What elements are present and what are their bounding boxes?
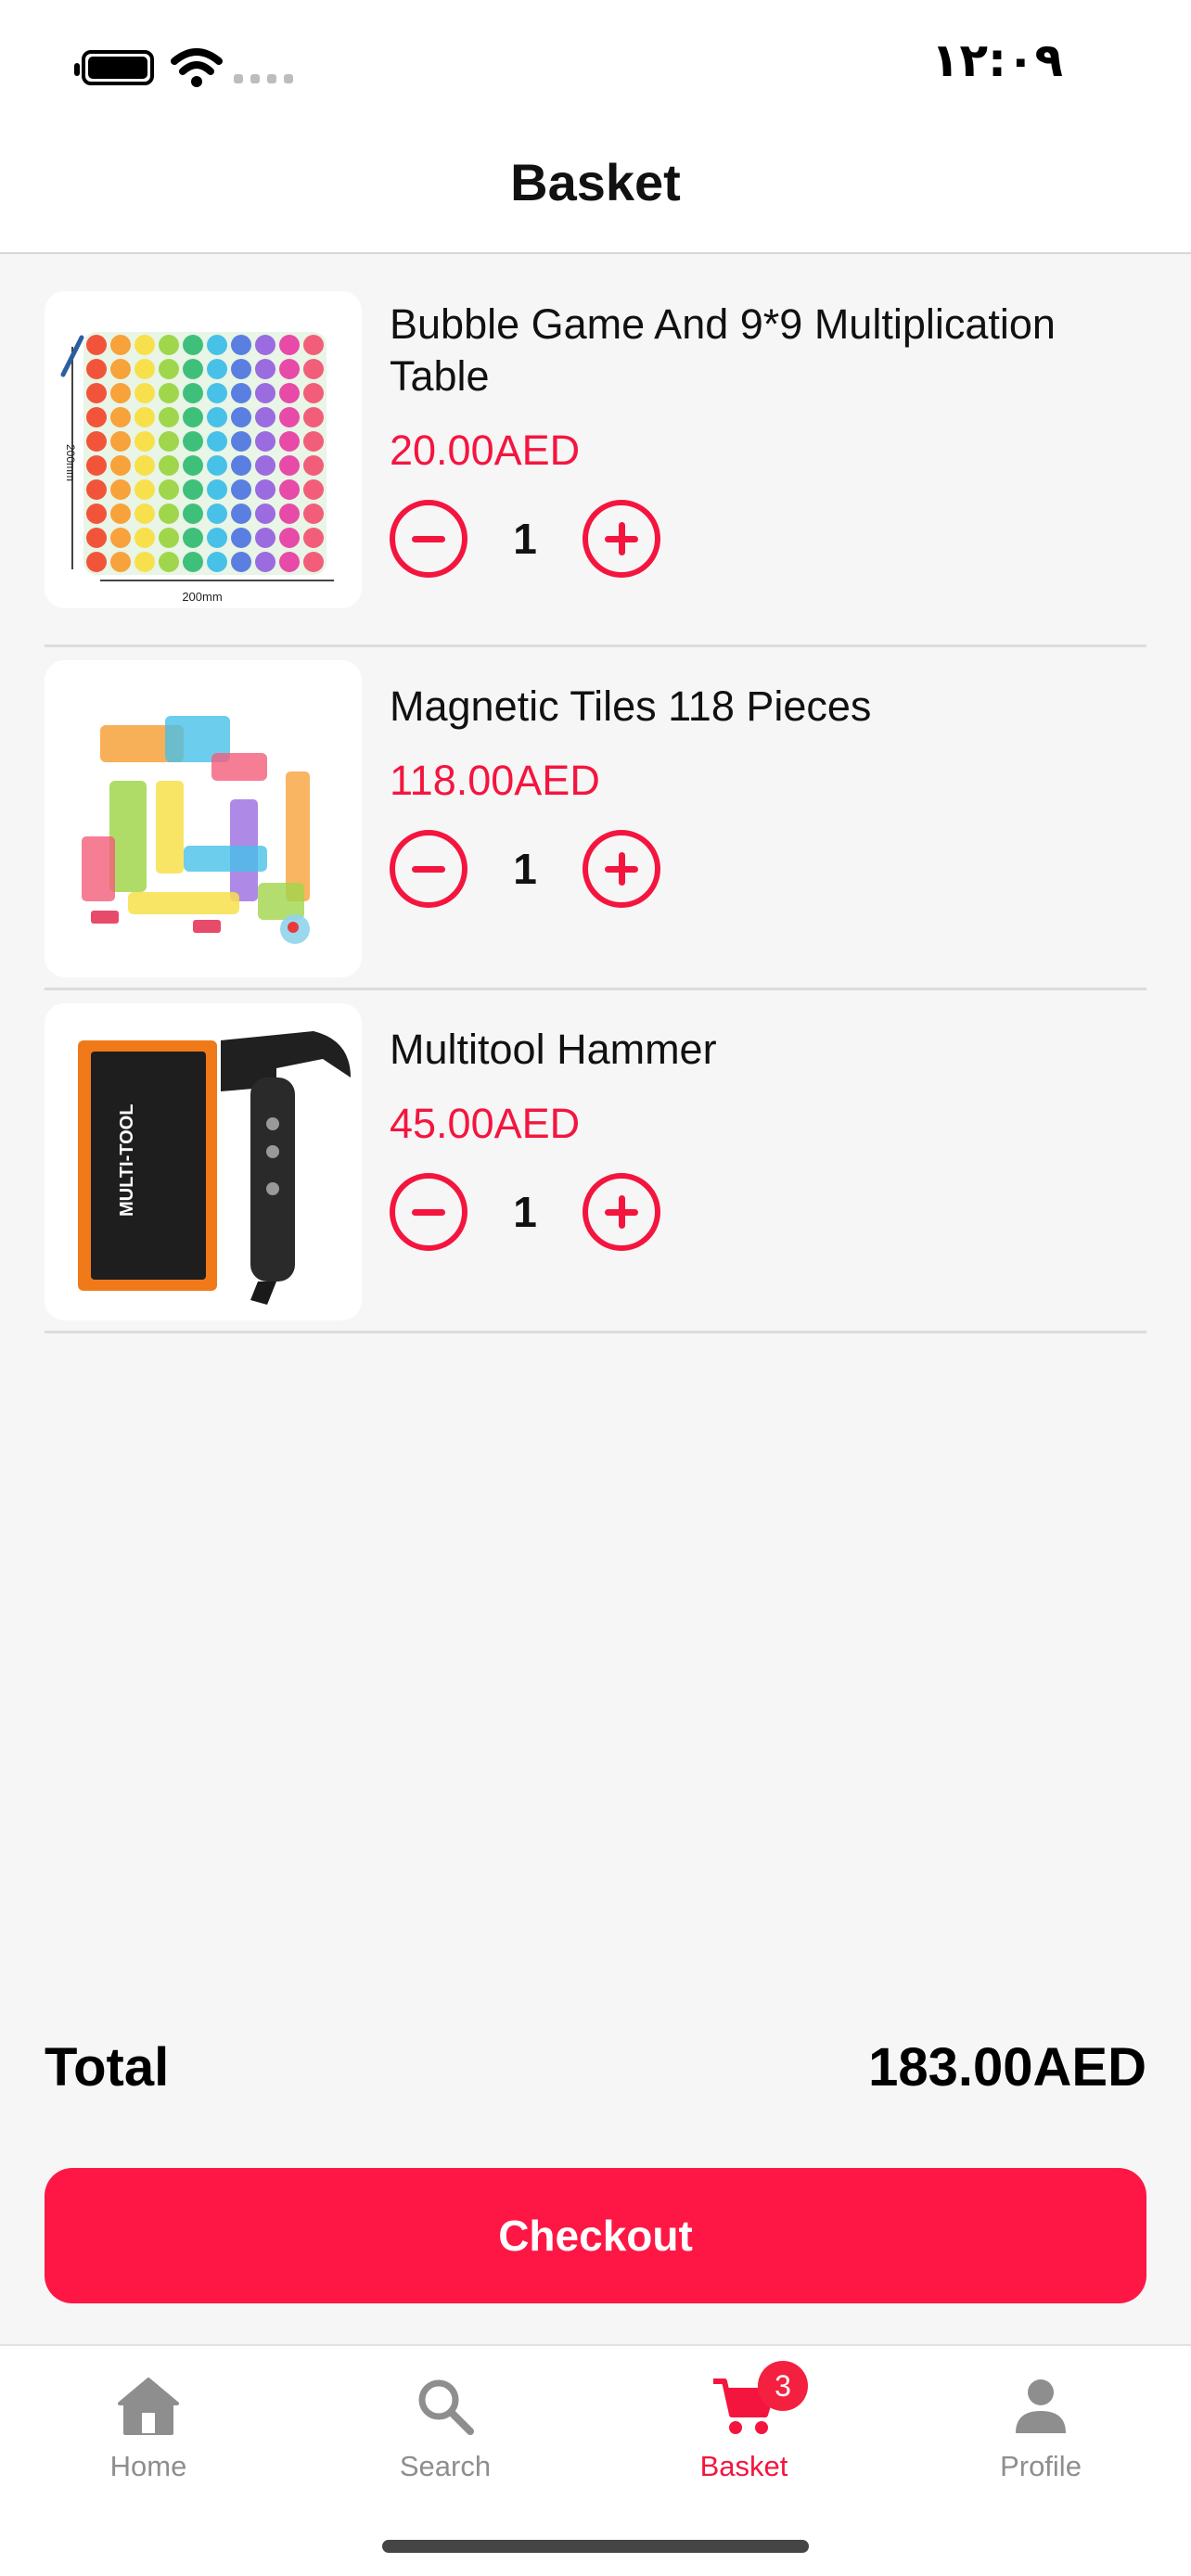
increase-quantity-button[interactable] (583, 1173, 660, 1251)
magnetic-tiles-image (45, 660, 362, 977)
cart-count-badge: 3 (758, 2361, 808, 2411)
home-indicator (382, 2540, 809, 2553)
tab-basket[interactable]: 3 Basket (651, 2361, 837, 2504)
image-caption: 200mm (182, 590, 222, 604)
product-price: 45.00AED (390, 1100, 581, 1147)
quantity-stepper: 1 (390, 499, 1146, 579)
product-image[interactable] (45, 660, 362, 977)
image-side-caption: 200mm (64, 444, 77, 481)
decrease-quantity-button[interactable] (390, 500, 467, 578)
status-time: ١٢:٠٩ (930, 33, 1063, 87)
quantity-stepper: 1 (390, 1172, 1146, 1252)
quantity-value: 1 (513, 1188, 537, 1236)
basket-list: 200mm 200mm Bubble Game And 9*9 Multipli… (45, 256, 1146, 1333)
tab-label: Profile (1000, 2450, 1082, 2482)
image-box-text: MULTI-TOOL (117, 1104, 137, 1217)
basket-item: 200mm 200mm Bubble Game And 9*9 Multipli… (45, 256, 1146, 647)
quantity-stepper: 1 (390, 829, 1146, 909)
product-name[interactable]: Magnetic Tiles 118 Pieces (390, 681, 1146, 733)
product-name[interactable]: Multitool Hammer (390, 1024, 1146, 1076)
total-value: 183.00AED (868, 2037, 1146, 2098)
total-label: Total (45, 2037, 170, 2098)
page-title: Basket (510, 152, 681, 211)
increase-quantity-button[interactable] (583, 830, 660, 908)
tab-search[interactable]: Search (352, 2365, 538, 2504)
wifi-icon (171, 48, 223, 87)
product-price: 20.00AED (390, 427, 581, 474)
signal-icon (234, 74, 293, 83)
tab-profile[interactable]: Profile (948, 2365, 1133, 2504)
quantity-value: 1 (513, 845, 537, 893)
search-icon (413, 2376, 478, 2437)
tab-label: Basket (699, 2450, 788, 2482)
product-price: 118.00AED (390, 757, 600, 804)
decrease-quantity-button[interactable] (390, 830, 467, 908)
quantity-value: 1 (513, 515, 537, 563)
total-row: Total 183.00AED (45, 2036, 1146, 2098)
multitool-hammer-image: MULTI-TOOL (45, 1003, 362, 1320)
cart-icon: 3 (711, 2361, 808, 2437)
decrease-quantity-button[interactable] (390, 1173, 467, 1251)
increase-quantity-button[interactable] (583, 500, 660, 578)
basket-item: Magnetic Tiles 118 Pieces 118.00AED 1 (45, 647, 1146, 990)
product-image[interactable]: MULTI-TOOL (45, 1003, 362, 1320)
battery-icon (74, 50, 154, 85)
product-image[interactable]: 200mm 200mm (45, 291, 362, 608)
status-bar: ١٢:٠٩ (0, 0, 1191, 139)
bubble-board-image: 200mm 200mm (45, 291, 362, 608)
person-icon (1008, 2376, 1073, 2437)
basket-item: MULTI-TOOL Multitool Hammer 45.00AED 1 (45, 990, 1146, 1333)
checkout-button[interactable]: Checkout (45, 2168, 1146, 2303)
home-icon (116, 2376, 181, 2437)
product-name[interactable]: Bubble Game And 9*9 Multiplication Table (390, 299, 1146, 402)
header: Basket (0, 139, 1191, 254)
tab-home[interactable]: Home (56, 2365, 241, 2504)
tab-label: Search (399, 2450, 492, 2482)
tab-label: Home (109, 2450, 187, 2482)
